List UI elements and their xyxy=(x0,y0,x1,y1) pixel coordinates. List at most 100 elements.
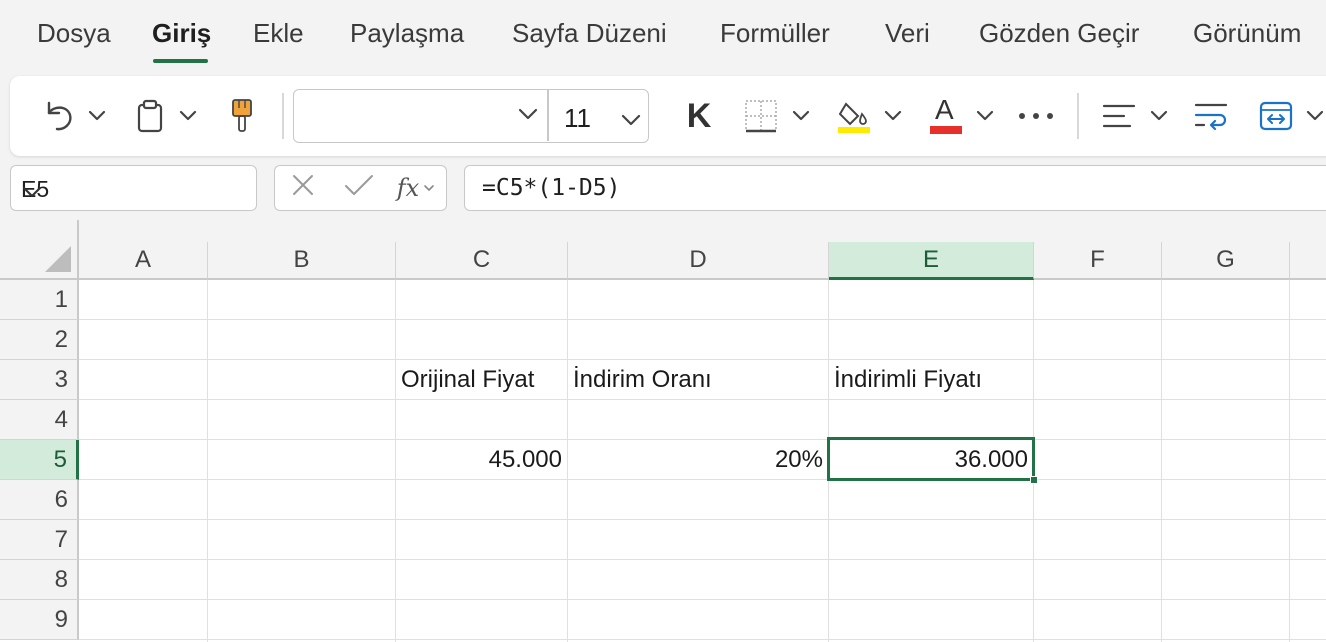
chevron-down-icon xyxy=(179,110,197,122)
tab-giris[interactable]: Giriş xyxy=(152,18,211,49)
font-color-icon: A xyxy=(930,94,962,134)
merge-dropdown[interactable] xyxy=(1304,76,1326,156)
function-icon: fx xyxy=(396,173,420,202)
tab-gozden-gecir[interactable]: Gözden Geçir xyxy=(979,18,1139,49)
fill-color-icon xyxy=(836,98,872,134)
font-size-select[interactable]: 11 xyxy=(549,90,647,141)
font-color-letter: A xyxy=(935,94,954,125)
wrap-text-icon xyxy=(1194,101,1228,131)
row-header-7[interactable]: 7 xyxy=(0,520,79,560)
gridline xyxy=(79,319,1326,320)
menu-bar: Dosya Giriş Ekle Paylaşma Sayfa Düzeni F… xyxy=(0,0,1326,72)
gridline xyxy=(79,599,1326,600)
col-header-h[interactable] xyxy=(1290,242,1326,280)
cell-c5[interactable]: 45.000 xyxy=(396,440,568,480)
paste-dropdown[interactable] xyxy=(177,76,199,156)
cell-c3[interactable]: Orijinal Fiyat xyxy=(396,360,568,400)
gridline xyxy=(79,519,1326,520)
chevron-down-icon[interactable] xyxy=(21,179,250,206)
font-name-select[interactable] xyxy=(294,90,547,141)
name-box[interactable]: E5 xyxy=(10,165,257,211)
chevron-down-icon xyxy=(792,110,810,122)
formula-text: =C5*(1-D5) xyxy=(482,175,621,201)
row-header-4[interactable]: 4 xyxy=(0,400,79,440)
tab-dosya[interactable]: Dosya xyxy=(37,18,111,49)
col-header-d[interactable]: D xyxy=(568,242,829,280)
chevron-down-icon xyxy=(518,107,538,126)
align-button[interactable] xyxy=(1100,76,1138,156)
borders-dropdown[interactable] xyxy=(790,76,812,156)
fill-color-button[interactable] xyxy=(835,76,873,156)
cell-d5[interactable]: 20% xyxy=(568,440,829,480)
chevron-down-icon xyxy=(1306,110,1324,122)
borders-button[interactable] xyxy=(742,76,780,156)
more-options-button[interactable] xyxy=(1016,76,1056,156)
row-header-9[interactable]: 9 xyxy=(0,600,79,640)
confirm-formula-button[interactable] xyxy=(337,166,381,209)
cell-e3[interactable]: İndirimli Fiyatı xyxy=(829,360,1034,400)
tab-veri[interactable]: Veri xyxy=(885,18,930,49)
row-header-5[interactable]: 5 xyxy=(0,440,79,480)
chevron-down-icon xyxy=(976,110,994,122)
tab-ekle[interactable]: Ekle xyxy=(253,18,304,49)
col-header-e[interactable]: E xyxy=(829,242,1034,280)
fill-handle[interactable] xyxy=(1030,476,1038,484)
undo-button[interactable] xyxy=(40,76,78,156)
clipboard-icon xyxy=(136,99,164,133)
col-header-c[interactable]: C xyxy=(396,242,568,280)
cancel-formula-button[interactable] xyxy=(283,166,323,209)
formula-input[interactable]: =C5*(1-D5) xyxy=(464,165,1326,211)
bold-icon: K xyxy=(686,96,712,135)
wrap-text-button[interactable] xyxy=(1192,76,1230,156)
tab-paylasma[interactable]: Paylaşma xyxy=(350,18,464,49)
align-dropdown[interactable] xyxy=(1148,76,1170,156)
col-header-b[interactable]: B xyxy=(208,242,396,280)
gridline xyxy=(207,280,208,642)
row-header-8[interactable]: 8 xyxy=(0,560,79,600)
chevron-down-icon xyxy=(423,179,435,197)
font-size-value: 11 xyxy=(564,103,591,133)
gridline xyxy=(1161,280,1162,642)
merge-icon xyxy=(1259,101,1293,131)
font-group: 11 xyxy=(293,89,649,143)
ribbon-separator xyxy=(1077,93,1079,139)
select-all-button[interactable] xyxy=(0,220,79,280)
font-color-button[interactable]: A xyxy=(927,76,965,156)
col-header-a[interactable]: A xyxy=(79,242,208,280)
tab-gorunum[interactable]: Görünüm xyxy=(1193,18,1301,49)
more-icon xyxy=(1018,112,1054,120)
cell-d3[interactable]: İndirim Oranı xyxy=(568,360,829,400)
align-icon xyxy=(1102,102,1136,130)
close-icon xyxy=(291,173,315,202)
row-header-2[interactable]: 2 xyxy=(0,320,79,360)
tab-formuller[interactable]: Formüller xyxy=(720,18,830,49)
check-icon xyxy=(343,173,375,202)
undo-dropdown[interactable] xyxy=(86,76,108,156)
format-painter-icon xyxy=(230,98,254,134)
bold-button[interactable]: K xyxy=(682,76,716,156)
col-header-f[interactable]: F xyxy=(1034,242,1162,280)
row-header-6[interactable]: 6 xyxy=(0,480,79,520)
font-color-swatch xyxy=(930,126,962,134)
spreadsheet-grid: A B C D E F G 1 2 3 4 5 6 7 8 9 Orijinal… xyxy=(0,220,1326,642)
format-painter-button[interactable] xyxy=(226,76,258,156)
chevron-down-icon xyxy=(88,110,106,122)
row-header-1[interactable]: 1 xyxy=(0,280,79,320)
tab-sayfa-duzeni[interactable]: Sayfa Düzeni xyxy=(512,18,667,49)
chevron-down-icon xyxy=(621,103,641,134)
undo-icon xyxy=(43,99,75,133)
ribbon-separator xyxy=(282,93,284,139)
col-header-g[interactable]: G xyxy=(1162,242,1290,280)
ribbon-toolbar: 11 K A xyxy=(10,76,1326,156)
row-header-3[interactable]: 3 xyxy=(0,360,79,400)
fill-color-dropdown[interactable] xyxy=(882,76,904,156)
active-tab-indicator xyxy=(153,59,208,63)
gridline xyxy=(79,559,1326,560)
paste-button[interactable] xyxy=(132,76,168,156)
cell-e5[interactable]: 36.000 xyxy=(829,440,1034,480)
formula-actions: fx xyxy=(274,165,447,211)
font-color-dropdown[interactable] xyxy=(974,76,996,156)
merge-cells-button[interactable] xyxy=(1258,76,1294,156)
header-strip xyxy=(79,220,1326,242)
insert-function-button[interactable]: fx xyxy=(389,166,443,209)
